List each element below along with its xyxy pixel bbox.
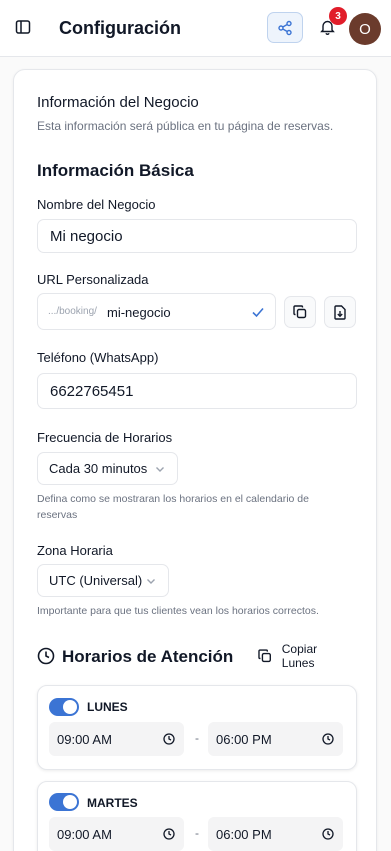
section-description: Esta información será pública en tu pági… xyxy=(37,119,334,133)
sidebar-toggle-button[interactable] xyxy=(13,17,33,37)
time-separator: - xyxy=(195,731,199,745)
frequency-value: Cada 30 minutos xyxy=(49,461,148,476)
clock-icon xyxy=(322,828,334,840)
end-time-value: 06:00 PM xyxy=(216,731,272,747)
clock-icon xyxy=(163,733,175,745)
day-name: LUNES xyxy=(87,700,128,714)
business-name-input[interactable]: Mi negocio xyxy=(37,219,357,253)
end-time-input[interactable]: 06:00 PM xyxy=(208,817,343,851)
start-time-input[interactable]: 09:00 AM xyxy=(49,722,184,756)
start-time-value: 09:00 AM xyxy=(57,731,112,747)
page-title: Configuración xyxy=(59,18,181,38)
section-title: Información del Negocio xyxy=(37,94,199,111)
hours-title: Horarios de Atención xyxy=(62,647,234,666)
basic-info-title: Información Básica xyxy=(37,161,194,180)
end-time-input[interactable]: 06:00 PM xyxy=(208,722,343,756)
timezone-hint: Importante para que tus clientes vean lo… xyxy=(37,605,319,617)
end-time-value: 06:00 PM xyxy=(216,826,272,842)
clock-icon xyxy=(37,647,55,665)
day-toggle-tuesday[interactable] xyxy=(49,793,79,811)
copy-icon xyxy=(258,649,271,663)
share-icon xyxy=(278,20,292,35)
frequency-hint: Defina como se mostraran los horarios en… xyxy=(37,493,309,521)
download-icon xyxy=(334,304,346,320)
copy-icon xyxy=(293,305,307,319)
time-separator: - xyxy=(195,826,199,840)
copy-monday-label: Copiar Lunes xyxy=(281,642,318,670)
copy-monday-button[interactable]: Copiar Lunes xyxy=(254,642,352,670)
url-prefix: .../booking/ xyxy=(48,306,97,317)
clock-icon xyxy=(163,828,175,840)
frequency-select[interactable]: Cada 30 minutos xyxy=(37,452,178,485)
custom-url-label: URL Personalizada xyxy=(37,272,149,287)
day-toggle-monday[interactable] xyxy=(49,698,79,716)
start-time-input[interactable]: 09:00 AM xyxy=(49,817,184,851)
copy-url-button[interactable] xyxy=(284,296,316,328)
chevron-down-icon xyxy=(156,467,164,472)
notification-badge: 3 xyxy=(329,7,347,25)
day-card-monday: LUNES 09:00 AM - 06:00 PM xyxy=(37,685,357,770)
business-name-label: Nombre del Negocio xyxy=(37,197,156,212)
phone-input[interactable]: 6622765451 xyxy=(37,373,357,409)
top-bar: Configuración 3 O xyxy=(0,0,391,57)
timezone-label: Zona Horaria xyxy=(37,543,113,558)
download-qr-button[interactable] xyxy=(324,296,356,328)
clock-icon xyxy=(322,733,334,745)
chevron-down-icon xyxy=(147,579,155,584)
url-value: mi-negocio xyxy=(107,305,171,320)
day-name: MARTES xyxy=(87,796,138,810)
check-icon xyxy=(252,307,264,318)
phone-label: Teléfono (WhatsApp) xyxy=(37,350,159,365)
share-button[interactable] xyxy=(267,12,303,43)
frequency-label: Frecuencia de Horarios xyxy=(37,430,173,445)
avatar[interactable]: O xyxy=(349,13,381,45)
sidebar-toggle-icon xyxy=(15,20,31,34)
start-time-value: 09:00 AM xyxy=(57,826,112,842)
timezone-value: UTC (Universal) xyxy=(49,573,143,588)
custom-url-input[interactable]: .../booking/ mi-negocio xyxy=(37,293,276,330)
timezone-select[interactable]: UTC (Universal) xyxy=(37,564,169,597)
day-card-tuesday: MARTES 09:00 AM - 06:00 PM xyxy=(37,781,357,851)
